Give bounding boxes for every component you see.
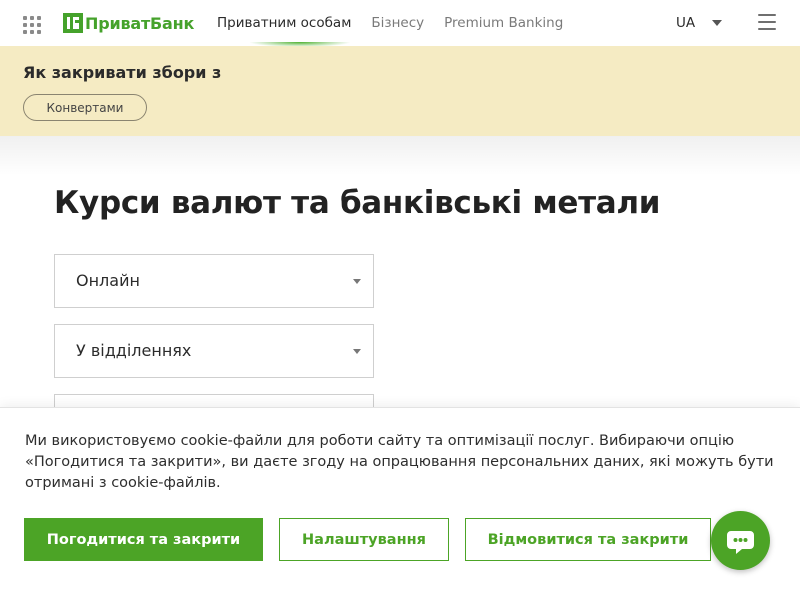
chevron-down-icon — [712, 20, 723, 26]
promo-banner: Як закривати збори з Конвертами — [0, 46, 800, 136]
dropdown-label: Онлайн — [76, 271, 140, 290]
dropdown-label: У відділеннях — [76, 341, 192, 360]
nav-private-clients[interactable]: Приватним особам — [217, 15, 351, 31]
main-nav: Приватним особам Бізнесу Premium Banking — [217, 15, 583, 31]
language-label: UA — [676, 15, 696, 31]
nav-business[interactable]: Бізнесу — [371, 15, 424, 31]
cookie-text: Ми використовуємо cookie-файли для робот… — [25, 433, 774, 491]
caret-down-icon — [353, 349, 361, 354]
cookie-settings-button[interactable]: Налаштування — [279, 518, 449, 561]
dropdown-branches[interactable]: У відділеннях — [54, 324, 374, 378]
banner-title: Як закривати збори з — [23, 63, 222, 82]
decline-and-close-button[interactable]: Відмовитися та закрити — [465, 518, 711, 561]
chat-icon — [727, 531, 754, 554]
cookie-consent-panel: Ми використовуємо cookie-файли для робот… — [0, 407, 800, 600]
caret-down-icon — [353, 279, 361, 284]
privatbank-logo-icon — [63, 13, 83, 33]
banner-shadow — [0, 136, 800, 176]
banner-pill-button[interactable]: Конвертами — [23, 94, 147, 121]
apps-grid-icon[interactable] — [23, 16, 41, 34]
site-header: ПриватБанк Приватним особам Бізнесу Prem… — [0, 0, 800, 47]
brand-name: ПриватБанк — [85, 13, 195, 33]
brand-logo[interactable]: ПриватБанк — [63, 13, 194, 33]
hamburger-menu-icon[interactable] — [758, 14, 776, 32]
nav-premium-banking[interactable]: Premium Banking — [444, 15, 563, 31]
dropdown-online[interactable]: Онлайн — [54, 254, 374, 308]
language-selector[interactable]: UA — [676, 15, 723, 31]
page: ПриватБанк Приватним особам Бізнесу Prem… — [0, 0, 800, 600]
accept-and-close-button[interactable]: Погодитися та закрити — [24, 518, 263, 561]
chat-button[interactable] — [711, 511, 770, 570]
page-title: Курси валют та банківські метали — [54, 185, 661, 221]
